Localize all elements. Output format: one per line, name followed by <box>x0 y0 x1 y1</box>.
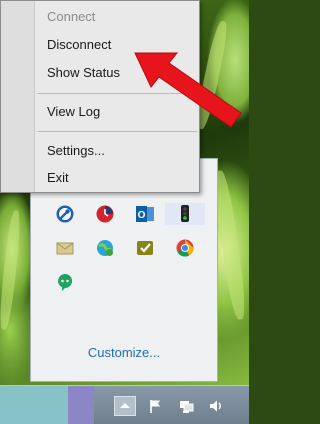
show-hidden-icons-chevron-icon[interactable] <box>114 396 136 416</box>
traffic-light-icon[interactable] <box>165 203 205 225</box>
network-icon[interactable] <box>175 396 197 416</box>
action-center-flag-icon[interactable] <box>145 396 167 416</box>
outlook-icon[interactable]: O <box>125 203 165 225</box>
tool-icon[interactable] <box>45 203 85 225</box>
menu-item-exit[interactable]: Exit <box>35 167 199 189</box>
taskbar-app-button[interactable] <box>68 386 94 424</box>
menu-icon-gutter <box>1 1 35 192</box>
chat-icon[interactable] <box>45 271 85 293</box>
menu-item-connect: Connect <box>47 9 96 24</box>
chrome-icon[interactable] <box>165 237 205 259</box>
check-icon[interactable] <box>125 237 165 259</box>
volume-icon[interactable] <box>205 396 227 416</box>
customize-link[interactable]: Customize... <box>31 345 217 360</box>
taskbar <box>0 385 249 424</box>
mail-icon[interactable] <box>45 237 85 259</box>
globe-icon[interactable] <box>85 237 125 259</box>
menu-item-settings[interactable]: Settings... <box>35 140 199 162</box>
taskbar-app-button[interactable] <box>0 386 68 424</box>
tray-icon-grid: O <box>45 203 205 293</box>
svg-text:O: O <box>138 210 146 221</box>
clock-icon[interactable] <box>85 203 125 225</box>
annotation-arrow-icon <box>134 52 242 128</box>
